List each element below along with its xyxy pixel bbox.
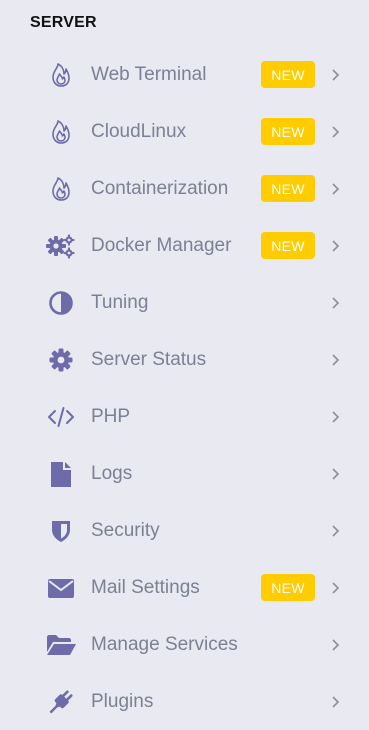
menu-item-php[interactable]: PHP <box>0 388 369 445</box>
chevron-right-icon <box>332 239 340 252</box>
chevron-right-icon <box>332 581 340 594</box>
menu-item-docker-manager[interactable]: Docker Manager NEW <box>0 217 369 274</box>
menu-item-label: Server Status <box>91 348 207 370</box>
menu-item-logs[interactable]: Logs <box>0 445 369 502</box>
menu-item-cloudlinux[interactable]: CloudLinux NEW <box>0 103 369 160</box>
new-badge: NEW <box>261 61 315 88</box>
menu-item-label: Tuning <box>91 291 149 313</box>
chevron-right-icon <box>332 410 340 423</box>
section-title: SERVER <box>30 14 97 31</box>
chevron-right-icon <box>332 524 340 537</box>
contrast-icon <box>45 287 77 319</box>
gears-icon <box>45 230 77 262</box>
envelope-icon <box>45 572 77 604</box>
menu-item-label: Web Terminal <box>91 63 207 85</box>
menu-item-label: CloudLinux <box>91 120 187 142</box>
chevron-right-icon <box>332 695 340 708</box>
server-menu: Web Terminal NEW CloudLinux NEW Containe… <box>0 46 369 730</box>
menu-item-label: Plugins <box>91 690 154 712</box>
menu-item-server-status[interactable]: Server Status <box>0 331 369 388</box>
file-icon <box>45 458 77 490</box>
menu-item-label: Mail Settings <box>91 576 200 598</box>
plug-icon <box>45 686 77 718</box>
menu-item-label: Containerization <box>91 177 229 199</box>
shield-icon <box>45 515 77 547</box>
chevron-right-icon <box>332 68 340 81</box>
menu-item-manage-services[interactable]: Manage Services <box>0 616 369 673</box>
flame-icon <box>45 116 77 148</box>
menu-item-label: Docker Manager <box>91 234 232 256</box>
menu-item-plugins[interactable]: Plugins <box>0 673 369 730</box>
new-badge: NEW <box>261 574 315 601</box>
chevron-right-icon <box>332 353 340 366</box>
code-icon <box>45 401 77 433</box>
new-badge: NEW <box>261 118 315 145</box>
chevron-right-icon <box>332 638 340 651</box>
menu-item-label: Manage Services <box>91 633 238 655</box>
menu-item-mail-settings[interactable]: Mail Settings NEW <box>0 559 369 616</box>
menu-item-containerization[interactable]: Containerization NEW <box>0 160 369 217</box>
menu-item-tuning[interactable]: Tuning <box>0 274 369 331</box>
new-badge: NEW <box>261 232 315 259</box>
flame-icon <box>45 173 77 205</box>
chevron-right-icon <box>332 182 340 195</box>
chevron-right-icon <box>332 125 340 138</box>
menu-item-security[interactable]: Security <box>0 502 369 559</box>
folder-open-icon <box>45 629 77 661</box>
gear-icon <box>45 344 77 376</box>
new-badge: NEW <box>261 175 315 202</box>
menu-item-web-terminal[interactable]: Web Terminal NEW <box>0 46 369 103</box>
menu-item-label: Logs <box>91 462 133 484</box>
menu-item-label: Security <box>91 519 160 541</box>
flame-icon <box>45 59 77 91</box>
chevron-right-icon <box>332 467 340 480</box>
chevron-right-icon <box>332 296 340 309</box>
menu-item-label: PHP <box>91 405 131 427</box>
